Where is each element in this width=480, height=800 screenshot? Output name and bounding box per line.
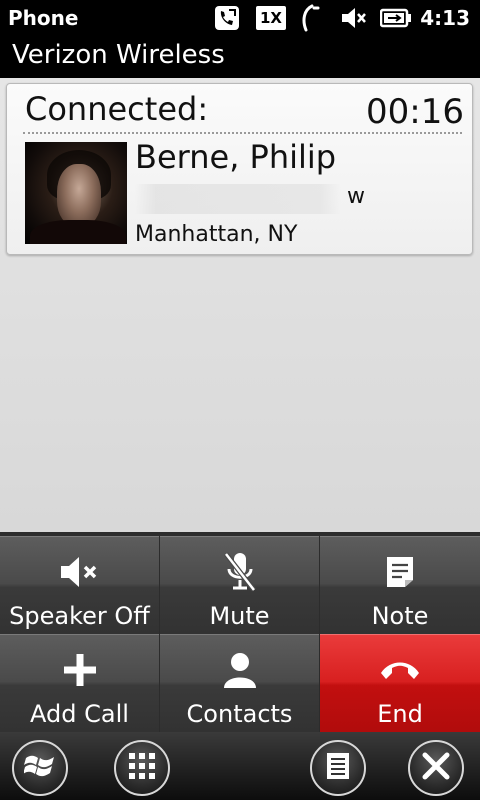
call-timer: 00:16 bbox=[366, 92, 464, 132]
signal-icon bbox=[298, 4, 320, 32]
note-label: Note bbox=[371, 602, 429, 630]
call-screen: Connected: 00:16 Berne, Philip w Manhatt… bbox=[0, 78, 480, 532]
number-type: w bbox=[347, 184, 365, 209]
clock[interactable]: 4:13 bbox=[420, 6, 470, 30]
speaker-button[interactable]: Speaker Off bbox=[0, 536, 159, 634]
speaker-off-icon bbox=[0, 549, 159, 595]
call-info-card: Connected: 00:16 Berne, Philip w Manhatt… bbox=[6, 83, 473, 255]
app-title: Phone bbox=[8, 6, 79, 30]
divider bbox=[23, 132, 462, 134]
speaker-muted-icon bbox=[340, 5, 368, 31]
plus-icon bbox=[0, 647, 159, 693]
carrier-name: Verizon Wireless bbox=[0, 36, 480, 78]
close-button[interactable] bbox=[408, 740, 464, 796]
battery-charging-icon bbox=[380, 5, 412, 31]
contact-location: Manhattan, NY bbox=[135, 222, 298, 247]
photo-face bbox=[57, 164, 101, 226]
start-button[interactable] bbox=[12, 740, 68, 796]
call-status: Connected: bbox=[25, 90, 209, 128]
add-call-label: Add Call bbox=[30, 700, 129, 728]
hang-up-icon bbox=[320, 647, 480, 693]
contacts-button[interactable]: Contacts bbox=[160, 634, 319, 732]
note-icon bbox=[320, 549, 480, 595]
phone-number-redacted bbox=[135, 184, 341, 214]
call-actions: Speaker Off Mute Note Add Call Contacts … bbox=[0, 532, 480, 732]
network-1x-icon: 1X bbox=[256, 5, 287, 31]
keypad-icon bbox=[127, 751, 157, 785]
person-icon bbox=[160, 647, 319, 693]
close-icon bbox=[421, 751, 451, 785]
windows-start-icon bbox=[23, 752, 56, 784]
end-label: End bbox=[377, 700, 423, 728]
contact-name: Berne, Philip bbox=[135, 138, 337, 176]
call-forwarding-icon bbox=[214, 5, 240, 31]
menu-icon bbox=[325, 751, 351, 785]
status-bar: Phone 1X 4:13 bbox=[0, 0, 480, 36]
keypad-button[interactable] bbox=[114, 740, 170, 796]
add-call-button[interactable]: Add Call bbox=[0, 634, 159, 732]
photo-shoulders bbox=[30, 220, 126, 244]
mute-button[interactable]: Mute bbox=[160, 536, 319, 634]
mute-microphone-icon bbox=[160, 549, 319, 595]
contacts-label: Contacts bbox=[186, 700, 293, 728]
softkey-bar bbox=[0, 732, 480, 800]
menu-button[interactable] bbox=[310, 740, 366, 796]
mute-label: Mute bbox=[209, 602, 270, 630]
contact-photo bbox=[25, 142, 127, 244]
speaker-label: Speaker Off bbox=[9, 602, 150, 630]
end-call-button[interactable]: End bbox=[320, 634, 480, 732]
note-button[interactable]: Note bbox=[320, 536, 480, 634]
